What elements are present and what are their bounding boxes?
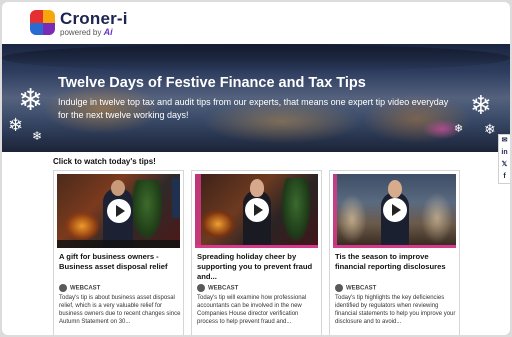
card-title[interactable]: A gift for business owners - Business as… <box>59 252 181 272</box>
play-icon[interactable] <box>106 199 131 223</box>
card-description: Today's tip is about business asset disp… <box>59 295 181 325</box>
content-type-badge: WEBCAST <box>197 284 238 292</box>
linkedin-icon[interactable]: in <box>499 147 510 159</box>
facebook-icon[interactable]: f <box>499 171 510 183</box>
video-card[interactable]: Spreading holiday cheer by supporting yo… <box>191 170 322 335</box>
webcast-icon <box>59 284 67 292</box>
share-bar: ✉ in 𝕏 f <box>498 134 510 184</box>
webcast-icon <box>197 284 205 292</box>
card-title[interactable]: Spreading holiday cheer by supporting yo… <box>197 252 319 282</box>
snowflake-icon: ❄ <box>470 90 492 120</box>
powered-by: powered by Ai <box>60 27 113 37</box>
video-thumbnail[interactable] <box>195 174 318 248</box>
content-type-badge: WEBCAST <box>335 284 376 292</box>
video-thumbnail[interactable] <box>333 174 456 248</box>
play-icon[interactable] <box>382 197 407 222</box>
snowflake-icon: ❄ <box>484 121 496 137</box>
video-card[interactable]: Tis the season to improve financial repo… <box>329 170 460 335</box>
content-type-label: WEBCAST <box>70 285 101 292</box>
brand-name[interactable]: Croner-i <box>60 9 128 29</box>
snowflake-icon: ❄ <box>454 123 464 135</box>
powered-by-label: powered by <box>60 28 102 37</box>
card-description: Today's tip will examine how professiona… <box>197 295 307 325</box>
video-thumbnail[interactable] <box>57 174 180 248</box>
webcast-icon <box>335 284 343 292</box>
x-icon[interactable]: 𝕏 <box>499 159 510 171</box>
page-frame: Croner-i powered by Ai ❄ ❄ ❄ ❄ ❄ ❄ Twelv… <box>2 2 510 335</box>
card-title[interactable]: Tis the season to improve financial repo… <box>335 252 457 272</box>
content-type-label: WEBCAST <box>346 285 377 292</box>
snowflake-icon: ❄ <box>32 129 43 143</box>
play-icon[interactable] <box>244 197 269 222</box>
mail-icon[interactable]: ✉ <box>499 135 510 147</box>
content-type-label: WEBCAST <box>208 285 239 292</box>
video-card[interactable]: A gift for business owners - Business as… <box>53 170 184 335</box>
ai-logo-text: Ai <box>103 27 113 37</box>
snowflake-icon: ❄ <box>8 115 24 135</box>
hero-subtitle: Indulge in twelve top tax and audit tips… <box>58 97 449 120</box>
croner-logo-icon[interactable] <box>30 10 55 35</box>
content-type-badge: WEBCAST <box>59 284 100 292</box>
hero-title: Twelve Days of Festive Finance and Tax T… <box>58 75 366 91</box>
section-title: Click to watch today's tips! <box>53 157 156 166</box>
site-header: Croner-i powered by Ai <box>2 2 510 44</box>
hero-banner: ❄ ❄ ❄ ❄ ❄ ❄ Twelve Days of Festive Finan… <box>2 44 510 152</box>
snowflake-icon: ❄ <box>18 84 44 117</box>
card-description: Today's tip highlights the key deficienc… <box>335 295 456 325</box>
